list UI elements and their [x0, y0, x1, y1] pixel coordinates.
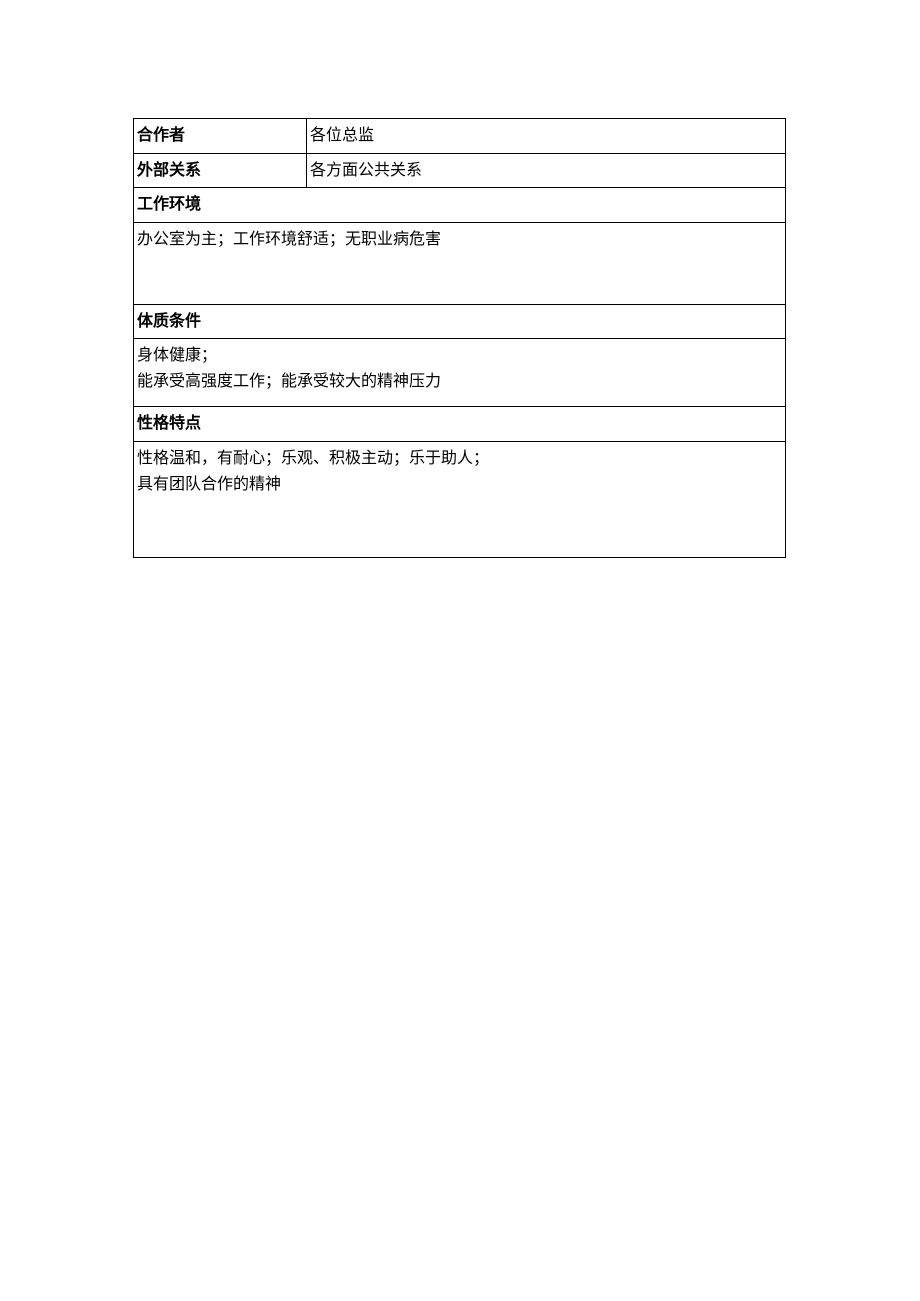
label-external-relations: 外部关系: [134, 153, 307, 188]
row-physical-conditions-content: 身体健康；能承受高强度工作；能承受较大的精神压力: [134, 339, 786, 407]
content-work-environment: 办公室为主；工作环境舒适；无职业病危害: [134, 222, 786, 304]
row-work-environment-header: 工作环境: [134, 188, 786, 223]
row-personality-header: 性格特点: [134, 407, 786, 442]
row-collaborator: 合作者 各位总监: [134, 119, 786, 154]
value-external-relations: 各方面公共关系: [307, 153, 786, 188]
row-external-relations: 外部关系 各方面公共关系: [134, 153, 786, 188]
header-personality: 性格特点: [134, 407, 786, 442]
header-work-environment: 工作环境: [134, 188, 786, 223]
header-physical-conditions: 体质条件: [134, 304, 786, 339]
value-collaborator: 各位总监: [307, 119, 786, 154]
document-table: 合作者 各位总监 外部关系 各方面公共关系 工作环境 办公室为主；工作环境舒适；…: [133, 118, 786, 558]
label-collaborator: 合作者: [134, 119, 307, 154]
content-personality: 性格温和，有耐心；乐观、积极主动；乐于助人；具有团队合作的精神: [134, 441, 786, 557]
row-personality-content: 性格温和，有耐心；乐观、积极主动；乐于助人；具有团队合作的精神: [134, 441, 786, 557]
row-work-environment-content: 办公室为主；工作环境舒适；无职业病危害: [134, 222, 786, 304]
row-physical-conditions-header: 体质条件: [134, 304, 786, 339]
content-physical-conditions: 身体健康；能承受高强度工作；能承受较大的精神压力: [134, 339, 786, 407]
